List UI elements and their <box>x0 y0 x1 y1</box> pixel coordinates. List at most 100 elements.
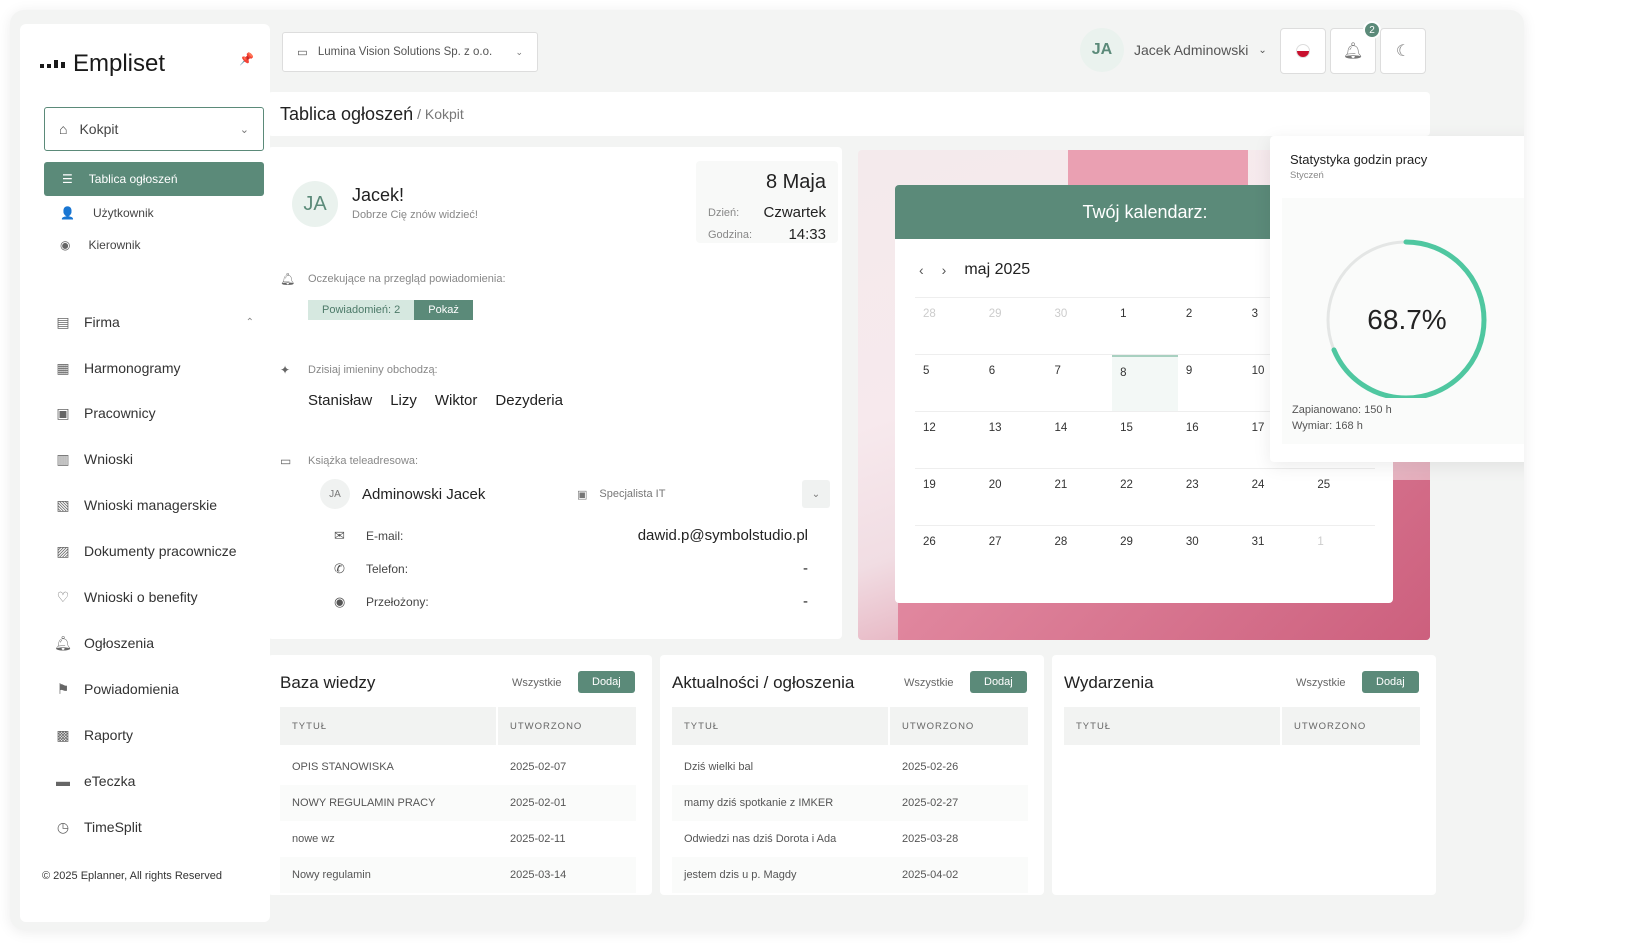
calendar-day[interactable]: 29 <box>1112 526 1178 582</box>
table-row[interactable]: jestem dzis u p. Magdy 2025-04-02 <box>672 857 1028 893</box>
calendar-day[interactable]: 9 <box>1178 355 1244 411</box>
sidebar-item-raporty[interactable]: ▩ Raporty <box>54 720 254 750</box>
sidebar-item-firma[interactable]: ▤ Firma ⌃ <box>54 307 254 337</box>
boss-label: Przełożony: <box>366 594 429 609</box>
sidebar-item-label: Powiadomienia <box>84 681 179 697</box>
col-created[interactable]: UTWORZONO <box>498 707 582 745</box>
row-title: Odwiedzi nas dziś Dorota i Ada <box>684 833 837 845</box>
gauge-chart <box>1325 239 1487 398</box>
row-title: mamy dziś spotkanie z IMKER <box>684 797 834 809</box>
logo[interactable]: Empliset <box>40 50 165 78</box>
sidebar-item-harmonogramy[interactable]: ▦ Harmonogramy <box>54 353 254 383</box>
sidebar-sub-kierownik[interactable]: ◉ Kierownik <box>60 230 141 260</box>
calendar-day[interactable]: 28 <box>915 298 981 354</box>
page-title: Tablica ogłoszeń <box>280 103 414 124</box>
notifications-button[interactable]: 🔔︎ 2 <box>1330 21 1381 74</box>
language-button[interactable] <box>1280 28 1326 74</box>
sidebar-item-ogloszenia[interactable]: 🔔︎ Ogłoszenia <box>54 628 254 658</box>
chevron-left-icon[interactable]: ‹ <box>919 262 924 278</box>
calendar-day[interactable]: 2 <box>1178 298 1244 354</box>
theme-toggle[interactable]: ☾ <box>1380 28 1426 74</box>
col-created[interactable]: UTWORZONO <box>1282 707 1366 745</box>
calendar-day[interactable]: 13 <box>981 412 1047 468</box>
name-item: Stanisław <box>308 392 373 409</box>
calendar-day[interactable]: 25 <box>1309 469 1375 525</box>
calendar-day[interactable]: 28 <box>1046 526 1112 582</box>
add-button[interactable]: Dodaj <box>1362 671 1419 693</box>
all-link[interactable]: Wszystkie <box>512 677 562 689</box>
calendar-day[interactable]: 30 <box>1046 298 1112 354</box>
calendar-day[interactable]: 21 <box>1046 469 1112 525</box>
calendar-day[interactable]: 5 <box>915 355 981 411</box>
chevron-right-icon[interactable]: › <box>942 262 947 278</box>
table-row[interactable]: nowe wz 2025-02-11 <box>280 821 636 857</box>
all-link[interactable]: Wszystkie <box>904 677 954 689</box>
building-icon: ▤ <box>56 313 70 330</box>
table-row[interactable]: OPIS STANOWISKA 2025-02-07 <box>280 749 636 785</box>
sidebar-item-wnioski[interactable]: ▥ Wnioski <box>54 444 254 474</box>
col-title[interactable]: TYTUŁ <box>672 707 890 745</box>
row-title: nowe wz <box>292 833 335 845</box>
email-value[interactable]: dawid.p@symbolstudio.pl <box>638 527 808 544</box>
calendar-day[interactable]: 1 <box>1309 526 1375 582</box>
names-label: Dzisiaj imieniny obchodzą: <box>308 364 438 376</box>
kokpit-dropdown[interactable]: ⌂ Kokpit ⌄ <box>44 107 264 151</box>
sidebar-item-label: Wnioski <box>84 451 134 467</box>
folder-icon: ▬ <box>56 773 70 789</box>
col-created[interactable]: UTWORZONO <box>890 707 974 745</box>
calendar-day[interactable]: 26 <box>915 526 981 582</box>
pin-icon[interactable]: 📌 <box>239 52 254 66</box>
time-label: Godzina: <box>708 229 753 241</box>
contact-name: Adminowski Jacek <box>362 485 486 503</box>
calendar-day[interactable]: 16 <box>1178 412 1244 468</box>
calendar-day[interactable]: 20 <box>981 469 1047 525</box>
sidebar-item-dokumenty[interactable]: ▨ Dokumenty pracownicze <box>54 536 254 566</box>
add-button[interactable]: Dodaj <box>970 671 1027 693</box>
calendar-day[interactable]: 6 <box>981 355 1047 411</box>
calendar-day[interactable]: 8 <box>1112 355 1178 411</box>
table-row[interactable]: mamy dziś spotkanie z IMKER 2025-02-27 <box>672 785 1028 821</box>
calendar-day[interactable]: 24 <box>1244 469 1310 525</box>
col-title[interactable]: TYTUŁ <box>280 707 498 745</box>
name-item: Dezyderia <box>495 392 563 409</box>
expand-contact-button[interactable]: ⌄ <box>802 480 830 508</box>
welcome-card: JA Jacek! Dobrze Cię znów widzieć! 8 Maj… <box>268 147 842 639</box>
breadcrumb-sub[interactable]: / Kokpit <box>417 106 464 122</box>
table-row[interactable]: Dziś wielki bal 2025-02-26 <box>672 749 1028 785</box>
calendar-day[interactable]: 7 <box>1046 355 1112 411</box>
table-row[interactable]: Nowy regulamin 2025-03-14 <box>280 857 636 893</box>
sidebar-sub-uzytkownik[interactable]: 👤 Użytkownik <box>60 198 154 228</box>
col-title[interactable]: TYTUŁ <box>1064 707 1282 745</box>
calendar-day[interactable]: 15 <box>1112 412 1178 468</box>
company-selector[interactable]: ▭ Lumina Vision Solutions Sp. z o.o. ⌄ <box>282 32 538 72</box>
sidebar-item-benefity[interactable]: ♡ Wnioski o benefity <box>54 582 254 612</box>
flag-pl-icon <box>1296 44 1310 58</box>
sidebar-item-timesplit[interactable]: ◷ TimeSplit <box>54 812 254 842</box>
calendar-day[interactable]: 30 <box>1178 526 1244 582</box>
contact-row: JA Adminowski Jacek ▣ Specjalista IT ⌄ <box>320 477 830 511</box>
table-row[interactable]: NOWY REGULAMIN PRACY 2025-02-01 <box>280 785 636 821</box>
calendar-day[interactable]: 19 <box>915 469 981 525</box>
add-button[interactable]: Dodaj <box>578 671 635 693</box>
clock-icon: ◷ <box>56 818 70 835</box>
app-frame: Empliset 📌 ⌂ Kokpit ⌄ ☰ Tablica ogłoszeń… <box>10 10 1524 930</box>
calendar-day[interactable]: 22 <box>1112 469 1178 525</box>
sidebar-item-wnioski-managerskie[interactable]: ▧ Wnioski managerskie <box>54 490 254 520</box>
calendar-day[interactable]: 23 <box>1178 469 1244 525</box>
sidebar-item-eteczka[interactable]: ▬ eTeczka <box>54 766 254 796</box>
calendar-day[interactable]: 12 <box>915 412 981 468</box>
chevron-down-icon: ⌄ <box>1258 44 1267 56</box>
calendar-day[interactable]: 1 <box>1112 298 1178 354</box>
sidebar-item-powiadomienia[interactable]: ⚑ Powiadomienia <box>54 674 254 704</box>
calendar-day[interactable]: 27 <box>981 526 1047 582</box>
sidebar: Empliset 📌 ⌂ Kokpit ⌄ ☰ Tablica ogłoszeń… <box>20 24 270 922</box>
table-row[interactable]: Odwiedzi nas dziś Dorota i Ada 2025-03-28 <box>672 821 1028 857</box>
user-menu[interactable]: JA Jacek Adminowski ⌄ <box>1080 28 1267 72</box>
calendar-day[interactable]: 29 <box>981 298 1047 354</box>
sidebar-item-pracownicy[interactable]: ▣ Pracownicy <box>54 398 254 428</box>
all-link[interactable]: Wszystkie <box>1296 677 1346 689</box>
calendar-day[interactable]: 31 <box>1244 526 1310 582</box>
calendar-day[interactable]: 14 <box>1046 412 1112 468</box>
show-button[interactable]: Pokaż <box>414 300 473 320</box>
sidebar-sub-tablica[interactable]: ☰ Tablica ogłoszeń <box>44 162 264 196</box>
